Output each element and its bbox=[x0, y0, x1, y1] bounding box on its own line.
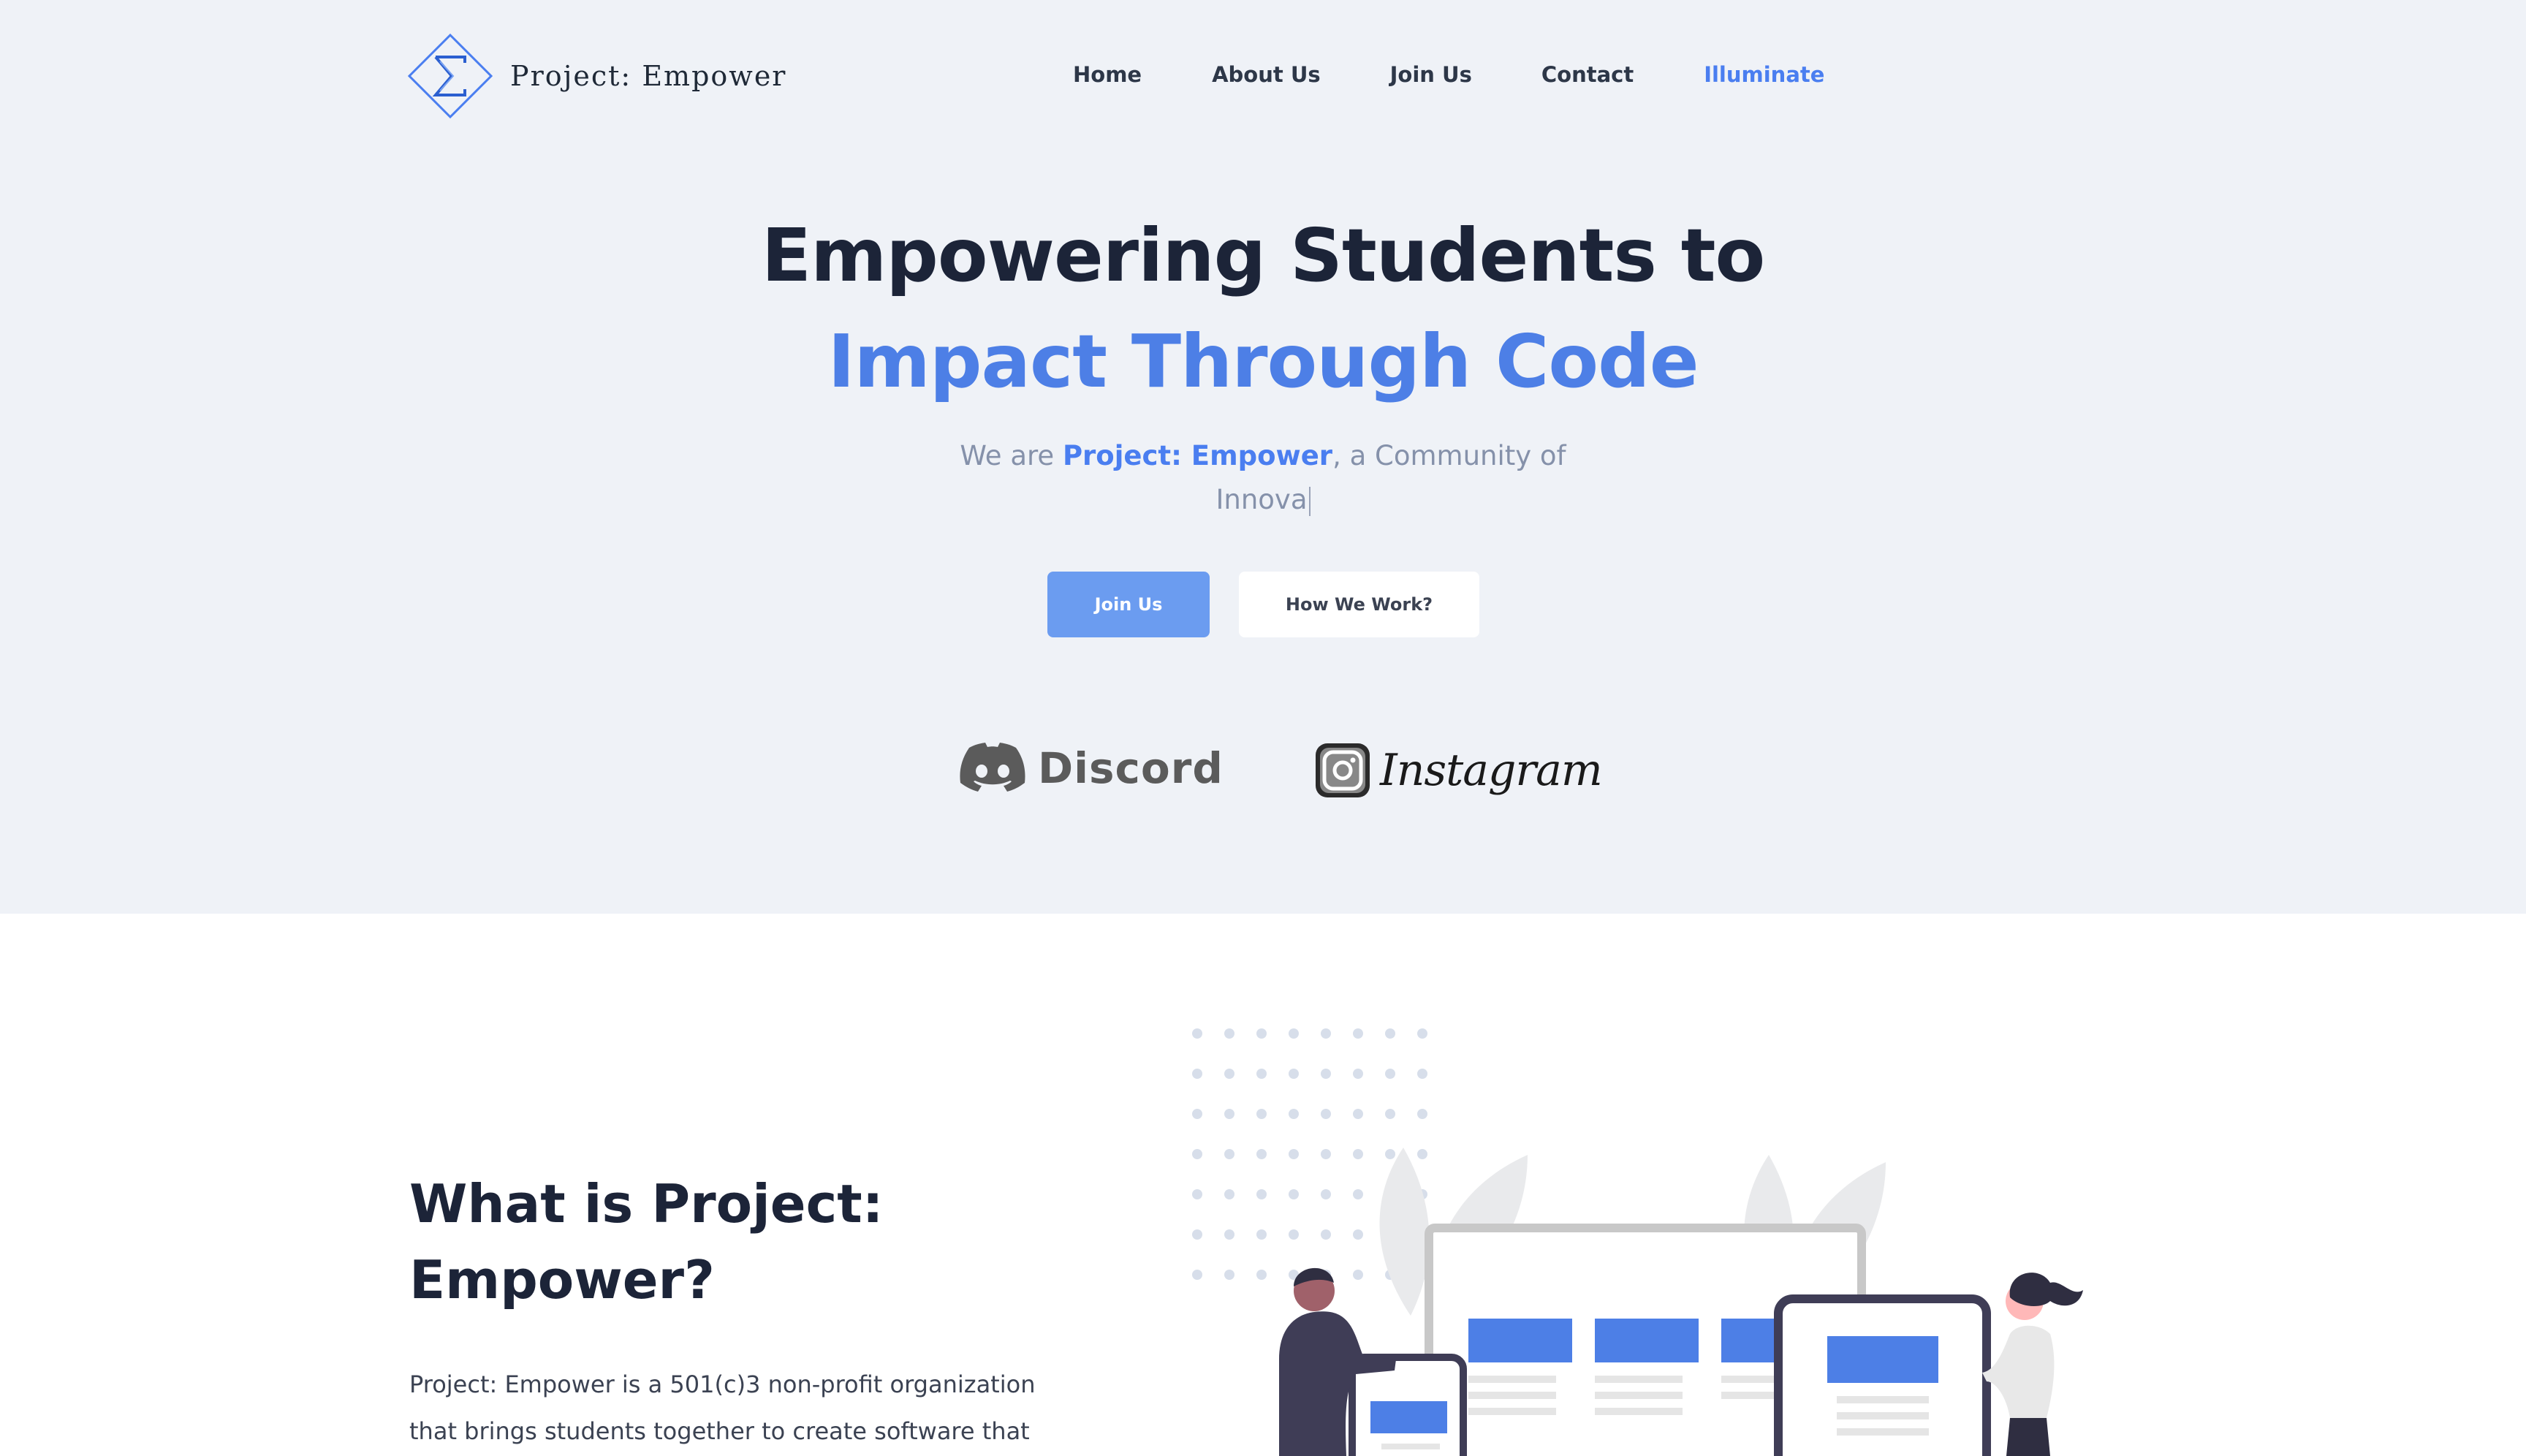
hero-subtitle-suffix: , a Community of bbox=[1332, 440, 1566, 471]
hero-subtitle-highlight: Project: Empower bbox=[1062, 440, 1333, 471]
about-title: What is Project: Empower? bbox=[409, 1166, 1067, 1318]
nav-home[interactable]: Home bbox=[1073, 56, 1142, 94]
nav-about-us[interactable]: About Us bbox=[1212, 56, 1321, 94]
how-we-work-button[interactable]: How We Work? bbox=[1239, 572, 1479, 637]
sigma-logo-icon bbox=[407, 33, 493, 119]
join-us-button[interactable]: Join Us bbox=[1047, 572, 1210, 637]
hero-subtitle: We are Project: Empower, a Community of … bbox=[950, 434, 1576, 522]
logo-text: Project: Empower bbox=[510, 60, 787, 92]
hero-title-line2: Impact Through Code bbox=[827, 319, 1699, 404]
about-text-line2: that brings students together to create … bbox=[409, 1417, 1030, 1445]
discord-link[interactable]: Discord bbox=[959, 742, 1224, 795]
discord-icon bbox=[960, 743, 1025, 792]
nav-contact[interactable]: Contact bbox=[1541, 56, 1634, 94]
instagram-link[interactable]: Instagram bbox=[1314, 742, 1603, 799]
about-section: What is Project: Empower? Project: Empow… bbox=[0, 914, 2526, 1456]
team-collaboration-illustration bbox=[1192, 1028, 2083, 1456]
nav-join-us[interactable]: Join Us bbox=[1390, 56, 1472, 94]
hero-typed-text: Innova bbox=[1215, 484, 1308, 515]
about-text-line1: Project: Empower is a 501(c)3 non-profit… bbox=[409, 1370, 1036, 1398]
about-description: Project: Empower is a 501(c)3 non-profit… bbox=[409, 1361, 1067, 1455]
discord-label: Discord bbox=[1038, 743, 1224, 793]
instagram-icon bbox=[1316, 743, 1370, 797]
tablet-graphic bbox=[1774, 1294, 1991, 1456]
hero-subtitle-prefix: We are bbox=[960, 440, 1063, 471]
about-title-line2: Empower? bbox=[409, 1249, 715, 1311]
typing-cursor bbox=[1308, 486, 1311, 516]
logo-link[interactable]: Project: Empower bbox=[406, 32, 786, 120]
about-title-line1: What is Project: bbox=[409, 1173, 884, 1235]
page: Project: Empower Home About Us Join Us C… bbox=[0, 0, 2526, 1456]
person-right-figure bbox=[1982, 1273, 2083, 1456]
hero-title-line1: Empowering Students to bbox=[761, 213, 1765, 298]
instagram-label: Instagram bbox=[1380, 745, 1603, 796]
nav-illuminate[interactable]: Illuminate bbox=[1704, 56, 1824, 94]
hero-section: Project: Empower Home About Us Join Us C… bbox=[0, 0, 2526, 914]
main-nav: Home About Us Join Us Contact Illuminate bbox=[1023, 56, 1824, 94]
